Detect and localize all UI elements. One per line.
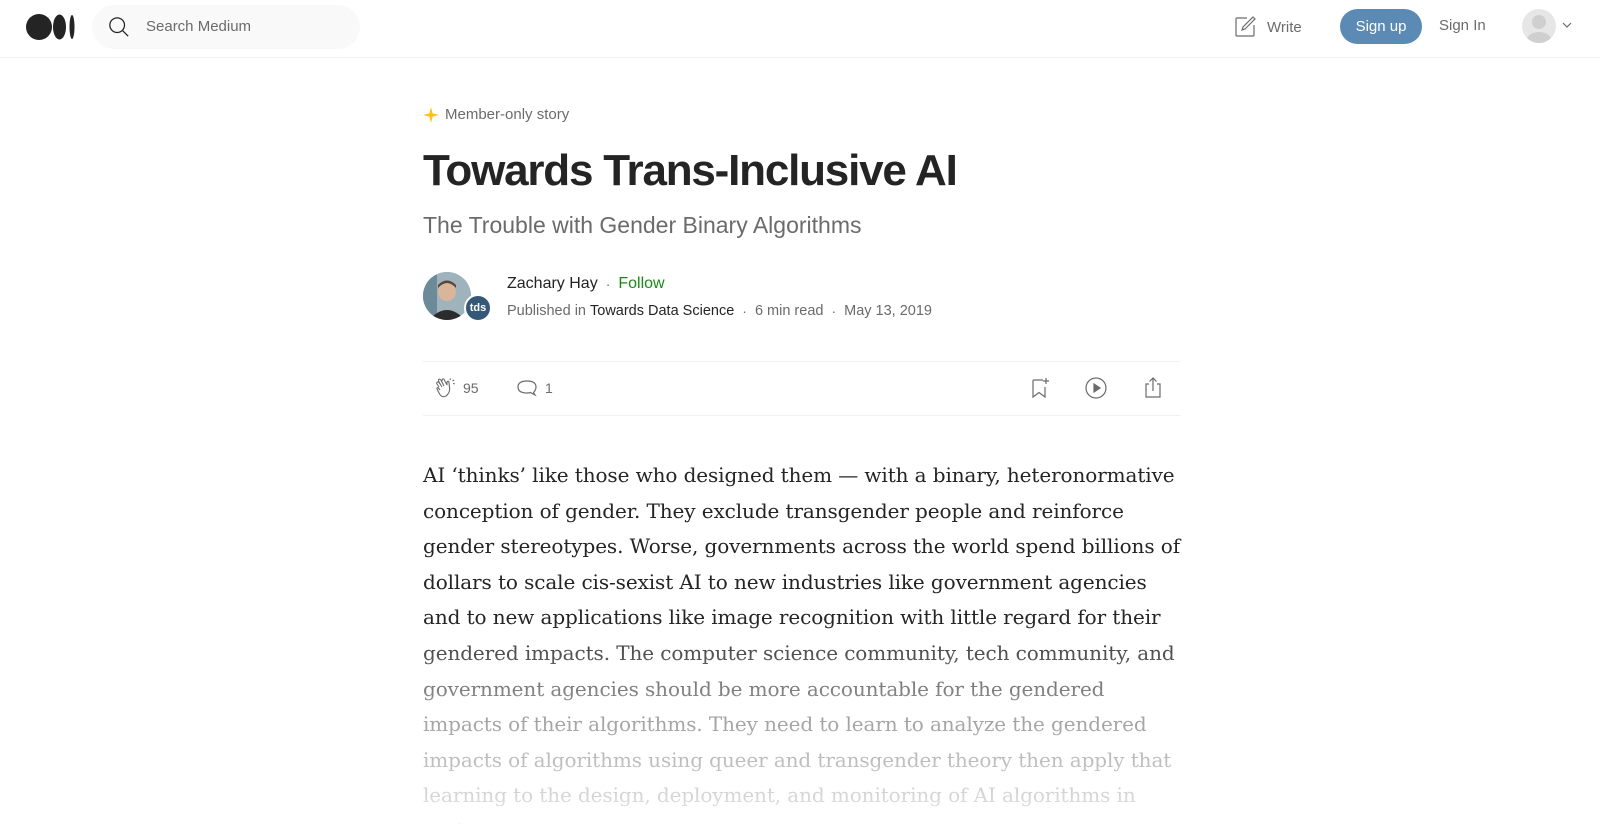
member-only-badge: Member-only story [423, 106, 569, 123]
write-button[interactable]: Write [1233, 14, 1302, 40]
author-line: Zachary Hay · Follow [507, 275, 665, 293]
save-button[interactable] [1027, 376, 1051, 400]
sign-in-link[interactable]: Sign In [1439, 17, 1486, 34]
member-only-label: Member-only story [445, 106, 570, 123]
user-avatar[interactable] [1522, 9, 1556, 43]
sign-up-button[interactable]: Sign up [1340, 9, 1422, 44]
medium-logo[interactable] [26, 14, 76, 40]
author-name[interactable]: Zachary Hay [507, 275, 598, 293]
author-avatar[interactable] [423, 272, 471, 320]
write-label: Write [1267, 18, 1302, 36]
article-title: Towards Trans-Inclusive AI [423, 146, 958, 195]
play-icon [1085, 377, 1107, 399]
response-count: 1 [545, 380, 553, 396]
separator-dot: · [742, 303, 747, 319]
search-icon [109, 17, 129, 37]
listen-button[interactable] [1084, 376, 1108, 400]
published-in-label: Published in [507, 303, 586, 319]
article-body-paragraph: AI ‘thinks’ like those who designed them… [423, 463, 1180, 824]
clap-button[interactable]: 95 [433, 376, 479, 400]
separator-dot: · [605, 276, 611, 292]
author-photo [423, 272, 471, 320]
article-meta: Published in Towards Data Science · 6 mi… [507, 303, 932, 319]
responses-button[interactable]: 1 [515, 376, 553, 400]
clap-icon [436, 378, 455, 398]
chevron-down-icon[interactable] [1562, 20, 1572, 30]
bookmark-add-icon [1032, 378, 1049, 399]
share-button[interactable] [1141, 376, 1165, 400]
search-input[interactable]: Search Medium [146, 18, 251, 35]
follow-button[interactable]: Follow [618, 275, 664, 293]
publication-link[interactable]: Towards Data Science [590, 303, 734, 319]
clap-count: 95 [463, 380, 479, 396]
read-time: 6 min read [754, 303, 824, 319]
avatar-placeholder-icon [1526, 15, 1552, 43]
publication-badge[interactable]: tds [464, 294, 492, 322]
comment-icon [517, 380, 537, 397]
article-action-bar: 95 1 [423, 361, 1180, 416]
write-icon [1235, 16, 1256, 37]
top-navigation-bar: Search Medium Write Sign up Sign In [0, 0, 1600, 58]
share-icon [1145, 377, 1161, 398]
star-icon [423, 106, 439, 123]
separator-dot: · [831, 303, 837, 319]
search-box[interactable]: Search Medium [92, 5, 360, 49]
article-subtitle: The Trouble with Gender Binary Algorithm… [423, 212, 862, 238]
publish-date: May 13, 2019 [844, 303, 932, 319]
